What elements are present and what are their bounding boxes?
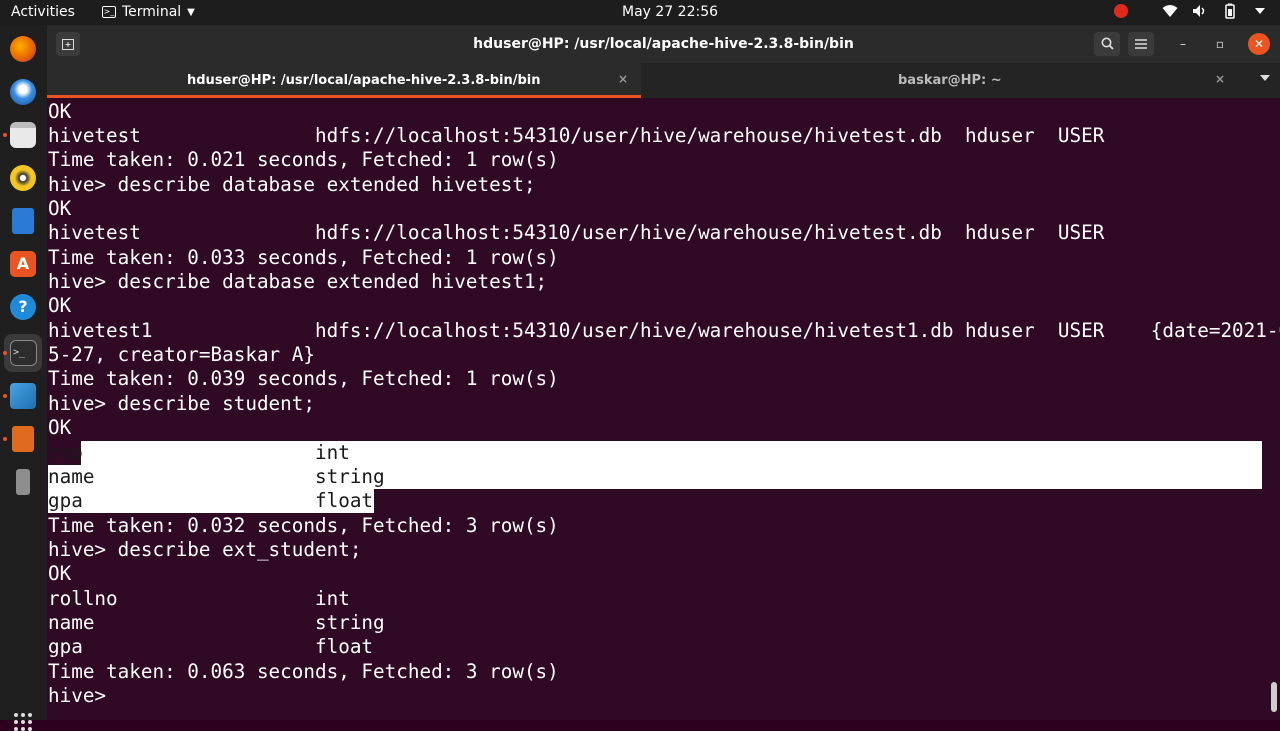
firefox-icon[interactable] xyxy=(10,36,36,62)
window-titlebar[interactable]: hduser@HP: /usr/local/apache-hive-2.3.8-… xyxy=(47,25,1280,63)
activities-button[interactable]: Activities xyxy=(11,4,75,20)
search-button[interactable] xyxy=(1094,32,1120,56)
terminal-app-icon: >_ xyxy=(102,6,116,18)
dock: A ? >_ xyxy=(0,25,47,731)
tab-hive-bin[interactable]: hduser@HP: /usr/local/apache-hive-2.3.8-… xyxy=(47,63,641,98)
terminal-line: hivetest hdfs://localhost:54310/user/hiv… xyxy=(48,221,1105,244)
battery-icon xyxy=(1222,3,1238,19)
close-button[interactable]: ✕ xyxy=(1248,33,1270,55)
files-icon[interactable] xyxy=(10,122,36,148)
terminal-line: Time taken: 0.032 seconds, Fetched: 3 ro… xyxy=(48,514,559,537)
usb-drive-icon[interactable] xyxy=(16,469,30,495)
tab-label: baskar@HP: ~ xyxy=(898,73,1002,88)
terminal-line: hivetest1 hdfs://localhost:54310/user/hi… xyxy=(48,319,1280,342)
recording-indicator-icon[interactable] xyxy=(1114,4,1128,18)
terminal-line: hive> describe database extended hivetes… xyxy=(48,173,536,196)
running-indicator xyxy=(3,437,7,441)
terminal-line: name string xyxy=(48,611,385,634)
terminal-output[interactable]: OK hivetest hdfs://localhost:54310/user/… xyxy=(47,98,1280,720)
rhythmbox-icon[interactable] xyxy=(10,165,36,191)
terminal-line-selected: rno int xyxy=(48,441,350,464)
volume-icon xyxy=(1192,3,1208,19)
maximize-button[interactable]: ▫ xyxy=(1209,33,1231,55)
terminal-line-selected: name string xyxy=(48,465,385,488)
running-indicator xyxy=(3,351,7,355)
terminal-line: OK xyxy=(48,562,72,585)
running-indicator xyxy=(3,394,7,398)
terminal-line: OK xyxy=(48,197,72,220)
tab-list-chevron-icon[interactable] xyxy=(1260,75,1270,81)
clock[interactable]: May 27 22:56 xyxy=(622,4,718,20)
terminal-line: OK xyxy=(48,294,72,317)
terminal-line: OK xyxy=(48,100,72,123)
thunderbird-icon[interactable] xyxy=(10,79,36,105)
remote-desktop-icon[interactable] xyxy=(10,383,36,409)
app-menu-label: Terminal xyxy=(122,4,182,20)
app-menu[interactable]: >_ Terminal ▼ xyxy=(102,4,195,20)
software-icon[interactable]: A xyxy=(10,251,36,277)
impress-icon[interactable] xyxy=(12,426,34,452)
minimize-button[interactable]: – xyxy=(1172,33,1194,55)
terminal-line: hive> describe ext_student; xyxy=(48,538,362,561)
terminal-line: gpa float xyxy=(48,635,374,658)
tab-close-icon[interactable]: × xyxy=(1215,72,1225,86)
terminal-line: Time taken: 0.021 seconds, Fetched: 1 ro… xyxy=(48,148,559,171)
terminal-line-selected: gpa float xyxy=(48,489,374,512)
hamburger-menu-button[interactable] xyxy=(1128,32,1154,56)
terminal-line: hivetest hdfs://localhost:54310/user/hiv… xyxy=(48,124,1105,147)
top-bar: Activities >_ Terminal ▼ May 27 22:56 xyxy=(0,0,1280,25)
system-menu-chevron-icon[interactable] xyxy=(1252,3,1268,19)
terminal-line: hive> describe database extended hivetes… xyxy=(48,270,548,293)
terminal-scrollbar[interactable] xyxy=(1271,682,1277,712)
tab-label: hduser@HP: /usr/local/apache-hive-2.3.8-… xyxy=(187,73,541,88)
tab-bar: hduser@HP: /usr/local/apache-hive-2.3.8-… xyxy=(47,63,1280,98)
terminal-line: rollno int xyxy=(48,587,350,610)
terminal-line: hive> describe student; xyxy=(48,392,315,415)
running-indicator xyxy=(3,133,7,137)
tab-baskar-home[interactable]: baskar@HP: ~ × xyxy=(641,63,1235,98)
show-applications-icon[interactable] xyxy=(14,713,32,731)
writer-icon[interactable] xyxy=(12,208,34,234)
terminal-line: 5-27, creator=Baskar A} xyxy=(48,343,315,366)
terminal-icon[interactable]: >_ xyxy=(10,340,37,366)
tab-close-icon[interactable]: × xyxy=(618,72,628,86)
chevron-down-icon: ▼ xyxy=(187,6,195,18)
terminal-line: OK xyxy=(48,416,72,439)
system-tray[interactable] xyxy=(1114,3,1268,19)
terminal-line: Time taken: 0.063 seconds, Fetched: 3 ro… xyxy=(48,660,559,683)
wifi-icon xyxy=(1162,3,1178,19)
terminal-line: Time taken: 0.039 seconds, Fetched: 1 ro… xyxy=(48,367,559,390)
help-icon[interactable]: ? xyxy=(10,294,36,320)
terminal-prompt[interactable]: hive> xyxy=(48,684,118,708)
terminal-line: Time taken: 0.033 seconds, Fetched: 1 ro… xyxy=(48,246,559,269)
